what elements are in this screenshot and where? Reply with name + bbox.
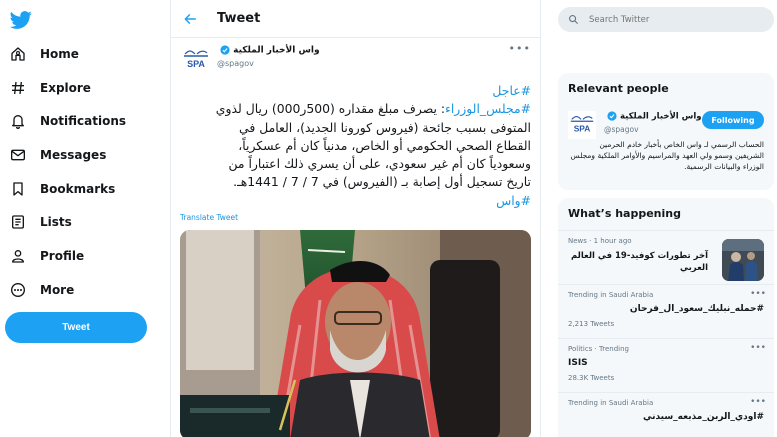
trend-more-icon[interactable]: ••• (750, 343, 766, 353)
more-circle-icon (11, 283, 25, 297)
relevant-name-text: واس الأخبار الملكية (619, 111, 702, 122)
trend-name: ISIS (568, 358, 588, 368)
relevant-avatar[interactable]: SPA (568, 111, 596, 139)
following-button[interactable]: Following (702, 111, 764, 129)
back-arrow-icon[interactable] (183, 12, 197, 26)
right-sidebar: Relevant people SPA واس الأخبار الملكية … (551, 0, 777, 437)
more-options-icon[interactable]: ••• (509, 42, 531, 55)
news-thumbnail[interactable] (722, 239, 764, 281)
page-title: Tweet (217, 11, 261, 26)
nav-explore-label: Explore (40, 81, 91, 95)
trend-count: 2,213 Tweets (568, 320, 615, 328)
main-column: Tweet SPA واس الأخبار الملكية @spagov ••… (170, 0, 541, 437)
compose-tweet-button[interactable]: Tweet (5, 312, 147, 343)
bookmark-icon (13, 182, 23, 196)
left-nav: Home Explore Notifications Messages Book… (0, 0, 170, 437)
nav-lists-label: Lists (40, 215, 72, 229)
hashtag-spa[interactable]: #واس (496, 193, 531, 208)
trend-meta: Politics · Trending (568, 345, 629, 353)
search-input[interactable] (589, 14, 759, 25)
trend-count: 28.3K Tweets (568, 374, 615, 382)
whats-happening-card: What’s happening News · 1 hour ago آخر ت… (558, 198, 774, 437)
trend-name: #حمله_نبليك_سعود_ال_فرحان (629, 304, 764, 314)
envelope-icon (11, 149, 25, 161)
relevant-people-title: Relevant people (568, 82, 669, 95)
search-bar[interactable] (558, 7, 774, 32)
relevant-bio: الحساب الرسمي لـ واس الخاص بأخبار خادم ا… (570, 140, 764, 171)
tweet-body: #عاجل #مجلس_الوزراء: يصرف مبلغ مقداره (5… (179, 82, 531, 210)
twitter-logo-icon[interactable] (10, 9, 32, 31)
trend-more-icon[interactable]: ••• (750, 397, 766, 407)
author-name-text: واس الأخبار الملكية (233, 45, 320, 56)
trend-item[interactable]: Trending in Saudi Arabia ••• #اودي_الربن… (558, 392, 774, 437)
bell-icon (12, 115, 24, 129)
nav-notifications[interactable]: Notifications (10, 109, 126, 133)
tweet-line-3: المتوفى بسبب جائحة (فيروس كورونا الجديد)… (239, 119, 531, 135)
trend-item[interactable]: News · 1 hour ago آخر تطورات كوفيد-19 في… (558, 230, 774, 284)
avatar[interactable]: SPA (181, 45, 211, 75)
list-icon (12, 215, 24, 229)
nav-home-label: Home (40, 47, 79, 61)
whats-happening-title: What’s happening (568, 207, 681, 220)
svg-text:SPA: SPA (574, 124, 591, 134)
nav-lists[interactable]: Lists (10, 210, 72, 234)
person-icon (12, 250, 24, 263)
verified-badge-icon (220, 45, 230, 55)
nav-profile[interactable]: Profile (10, 244, 84, 268)
relevant-name[interactable]: واس الأخبار الملكية (604, 111, 702, 122)
nav-home[interactable]: Home (10, 42, 79, 66)
nav-more[interactable]: More (10, 278, 74, 302)
trend-meta: Trending in Saudi Arabia (568, 291, 654, 299)
nav-messages-label: Messages (40, 148, 107, 162)
tweet-line-5: وسعودياً كان أم غير سعودي، على أن يسري ذ… (228, 156, 531, 172)
trend-meta: Trending in Saudi Arabia (568, 399, 654, 407)
nav-more-label: More (40, 283, 75, 297)
tweet-line-4: القطاع الصحي الحكومي أو الخاص، مدنياً كا… (238, 137, 531, 153)
hashtag-icon (12, 81, 24, 95)
relevant-handle[interactable]: @spagov (604, 125, 639, 134)
author-name[interactable]: واس الأخبار الملكية (217, 45, 320, 56)
home-icon (11, 47, 25, 61)
trend-name: آخر تطورات كوفيد-19 في العالم العربي (570, 251, 708, 273)
main-header: Tweet (171, 0, 540, 38)
author-handle[interactable]: @spagov (217, 59, 254, 68)
translate-tweet-link[interactable]: Translate Tweet (180, 213, 238, 222)
trend-item[interactable]: Trending in Saudi Arabia ••• #حمله_نبليك… (558, 284, 774, 338)
trend-more-icon[interactable]: ••• (750, 289, 766, 299)
tweet-line-2: : يصرف مبلغ مقداره (500ر000) ريال لذوي (215, 101, 446, 117)
hashtag-cabinet[interactable]: #مجلس_الوزراء (445, 101, 531, 116)
tweet-photo[interactable] (180, 230, 531, 437)
nav-notifications-label: Notifications (40, 114, 127, 128)
svg-text:SPA: SPA (187, 59, 205, 69)
tweet-line-6: تاريخ تسجيل أول إصابة بـ (الفيروس) في 7 … (233, 174, 531, 190)
relevant-people-card: Relevant people SPA واس الأخبار الملكية … (558, 73, 774, 190)
nav-bookmarks[interactable]: Bookmarks (10, 177, 115, 201)
trend-meta: News · 1 hour ago (568, 237, 632, 245)
nav-messages[interactable]: Messages (10, 143, 106, 167)
search-icon (569, 15, 579, 25)
hashtag-breaking[interactable]: #عاجل (492, 83, 531, 98)
verified-badge-icon (607, 111, 617, 121)
tweet-author: SPA واس الأخبار الملكية @spagov ••• (181, 42, 531, 75)
trend-name: #اودي_الربن_مذبعه_سيدني (642, 412, 764, 422)
nav-bookmarks-label: Bookmarks (40, 182, 116, 196)
nav-explore[interactable]: Explore (10, 76, 91, 100)
trend-item[interactable]: Politics · Trending ••• ISIS 28.3K Tweet… (558, 338, 774, 392)
nav-profile-label: Profile (40, 249, 85, 263)
